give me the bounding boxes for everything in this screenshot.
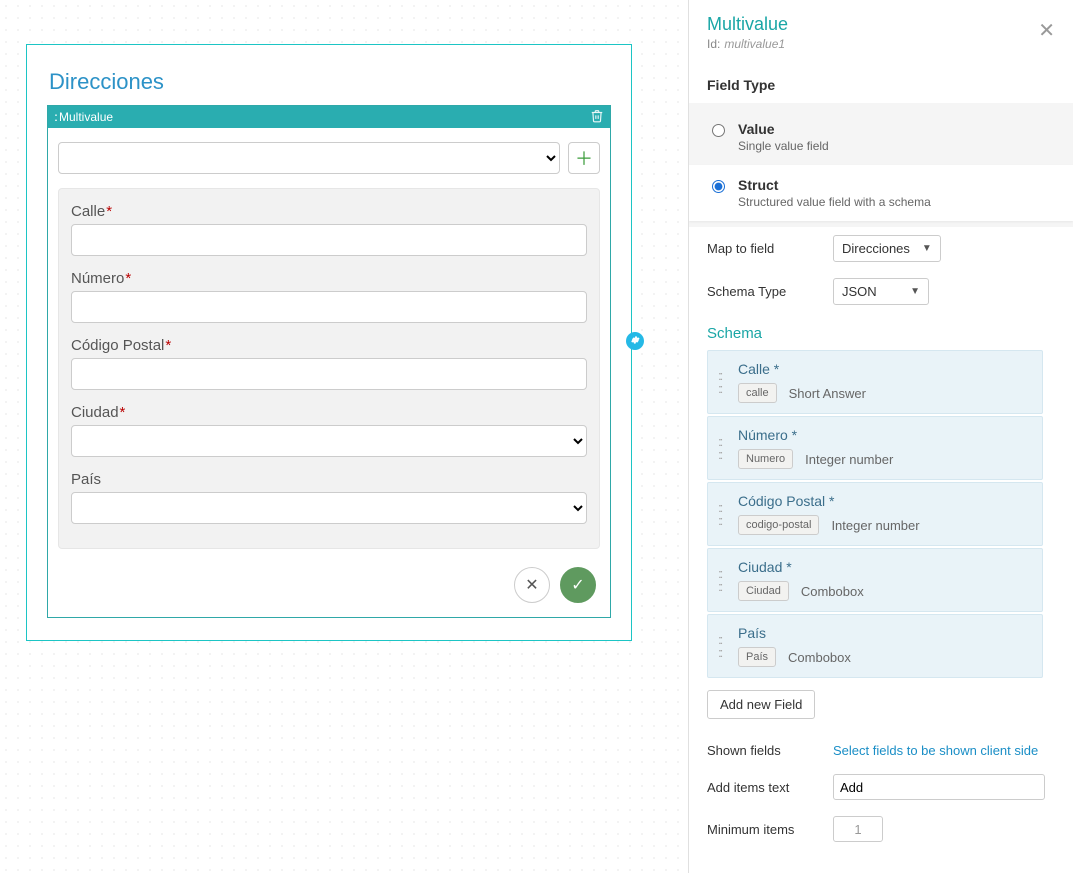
minimum-items-label: Minimum items: [707, 822, 819, 837]
field-label: Código Postal*: [71, 337, 587, 354]
field-input[interactable]: [71, 224, 587, 256]
schema-list: Calle * calle Short Answer Número * Numero In…: [689, 350, 1073, 678]
add-field-button[interactable]: Add new Field: [707, 690, 815, 719]
chevron-down-icon: ▼: [922, 243, 932, 254]
schema-item-chip: Ciudad: [738, 581, 789, 601]
shown-fields-label: Shown fields: [707, 743, 819, 758]
section-title: Direcciones: [27, 55, 631, 105]
field-4: País: [71, 471, 587, 524]
schema-type-label: Schema Type: [707, 284, 819, 299]
chevron-down-icon: ▼: [910, 286, 920, 297]
multivalue-item-select[interactable]: [58, 142, 560, 174]
field-type-option-value[interactable]: Value Single value field: [689, 109, 1073, 165]
cancel-button[interactable]: ✕: [514, 567, 550, 603]
schema-item-chip: codigo-postal: [738, 515, 819, 535]
check-icon: ✓: [571, 575, 584, 595]
field-label: País: [71, 471, 587, 488]
field-input[interactable]: [71, 291, 587, 323]
form-canvas: Direcciones ::: Multivalue ＋ Ca: [0, 0, 688, 873]
schema-item-type: Integer number: [805, 452, 893, 467]
drag-handle-icon[interactable]: [718, 368, 730, 396]
field-2: Código Postal*: [71, 337, 587, 390]
add-items-text-label: Add items text: [707, 780, 819, 795]
schema-item-chip: calle: [738, 383, 777, 403]
schema-item-chip: País: [738, 647, 776, 667]
field-select[interactable]: [71, 492, 587, 524]
schema-item-type: Combobox: [801, 584, 864, 599]
field-0: Calle*: [71, 203, 587, 256]
drag-handle-icon[interactable]: [718, 566, 730, 594]
plus-icon: ＋: [575, 145, 593, 171]
schema-item-title: Calle *: [738, 361, 1032, 377]
schema-item[interactable]: Número * Numero Integer number: [707, 416, 1043, 480]
field-type-option-struct[interactable]: Struct Structured value field with a sch…: [689, 165, 1073, 221]
required-marker: *: [120, 404, 126, 421]
required-marker: *: [125, 270, 131, 287]
schema-item[interactable]: Ciudad * Ciudad Combobox: [707, 548, 1043, 612]
field-input[interactable]: [71, 358, 587, 390]
close-panel-button[interactable]: ✕: [1038, 18, 1055, 43]
field-label: Calle*: [71, 203, 587, 220]
schema-item[interactable]: Calle * calle Short Answer: [707, 350, 1043, 414]
drag-handle-icon[interactable]: [718, 632, 730, 660]
shown-fields-select[interactable]: Select fields to be shown client side: [833, 743, 1038, 758]
schema-item-chip: Numero: [738, 449, 793, 469]
gear-icon: [630, 335, 640, 348]
schema-item-title: País: [738, 625, 1032, 641]
schema-type-dropdown[interactable]: JSON ▼: [833, 278, 929, 305]
drag-handle-icon[interactable]: [718, 434, 730, 462]
multivalue-header-label: Multivalue: [59, 110, 590, 124]
schema-item[interactable]: País País Combobox: [707, 614, 1043, 678]
panel-id: Id:multivalue1: [707, 37, 1055, 51]
map-to-field-label: Map to field: [707, 241, 819, 256]
field-3: Ciudad*: [71, 404, 587, 457]
panel-title: Multivalue: [707, 14, 1055, 35]
multivalue-body: ＋ Calle* Número* Código Postal* Ciudad* País…: [48, 128, 610, 617]
schema-item-type: Combobox: [788, 650, 851, 665]
schema-item-type: Integer number: [831, 518, 919, 533]
item-form: Calle* Número* Código Postal* Ciudad* País: [58, 188, 600, 549]
multivalue-header[interactable]: ::: Multivalue: [48, 106, 610, 128]
add-item-button[interactable]: ＋: [568, 142, 600, 174]
required-marker: *: [165, 337, 171, 354]
map-to-field-dropdown[interactable]: Direcciones ▼: [833, 235, 941, 262]
schema-item-title: Código Postal *: [738, 493, 1032, 509]
field-select[interactable]: [71, 425, 587, 457]
schema-item-title: Número *: [738, 427, 1032, 443]
schema-item-title: Ciudad *: [738, 559, 1032, 575]
drag-handle-icon[interactable]: :::: [54, 110, 55, 124]
schema-item-type: Short Answer: [789, 386, 866, 401]
drag-handle-icon[interactable]: [718, 500, 730, 528]
close-icon: ✕: [1038, 20, 1055, 42]
close-icon: ✕: [525, 575, 538, 595]
minimum-items-input[interactable]: [833, 816, 883, 842]
confirm-button[interactable]: ✓: [560, 567, 596, 603]
add-items-text-input[interactable]: [833, 774, 1045, 800]
trash-icon[interactable]: [590, 109, 604, 126]
field-type-radiogroup: Value Single value field Struct Structur…: [689, 103, 1073, 227]
field-1: Número*: [71, 270, 587, 323]
multivalue-widget[interactable]: ::: Multivalue ＋ Calle*Número*Código Pos…: [47, 105, 611, 618]
field-type-heading: Field Type: [689, 59, 1073, 103]
schema-item[interactable]: Código Postal * codigo-postal Integer numb…: [707, 482, 1043, 546]
field-label: Número*: [71, 270, 587, 287]
required-marker: *: [106, 203, 112, 220]
radio-struct[interactable]: [712, 180, 725, 193]
schema-heading: Schema: [689, 313, 1073, 350]
section-card[interactable]: Direcciones ::: Multivalue ＋ Ca: [26, 44, 632, 641]
radio-value[interactable]: [712, 124, 725, 137]
field-label: Ciudad*: [71, 404, 587, 421]
properties-panel: Multivalue Id:multivalue1 ✕ Field Type V…: [688, 0, 1073, 873]
settings-badge[interactable]: [626, 332, 644, 350]
